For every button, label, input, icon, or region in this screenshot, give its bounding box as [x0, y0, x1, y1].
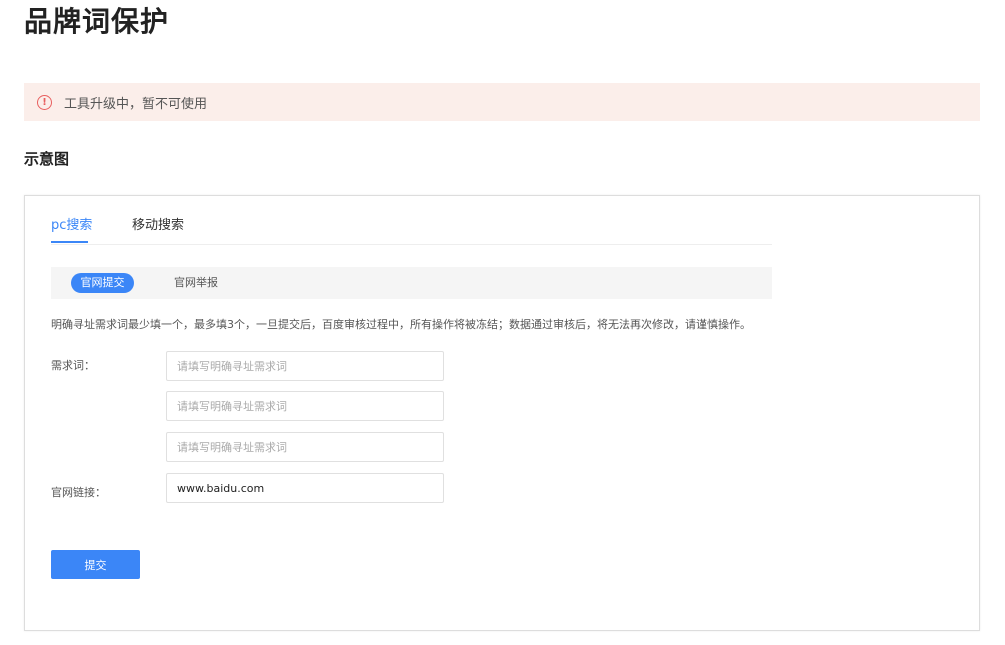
subtab-official-submit[interactable]: 官网提交	[71, 273, 134, 293]
demo-card: pc搜索 移动搜索 官网提交 官网举报 明确寻址需求词最少填一个，最多填3个，一…	[24, 195, 980, 631]
page: 品牌词保护 ! 工具升级中，暂不可使用 示意图 pc搜索 移动搜索 官网提交 官…	[0, 0, 1005, 645]
exclamation-circle-icon: !	[37, 94, 52, 110]
submit-button[interactable]: 提交	[51, 550, 140, 579]
tab-bar: pc搜索 移动搜索	[51, 214, 772, 245]
alert-banner: ! 工具升级中，暂不可使用	[24, 83, 980, 121]
subtab-official-report[interactable]: 官网举报	[174, 273, 218, 293]
subtab-bar: 官网提交 官网举报	[51, 267, 772, 299]
section-title: 示意图	[24, 150, 70, 168]
page-title: 品牌词保护	[24, 5, 170, 38]
official-url-label: 官网链接：	[51, 486, 106, 499]
keywords-label: 需求词：	[51, 359, 95, 372]
tab-pc-search[interactable]: pc搜索	[51, 217, 92, 235]
keyword-input-2[interactable]	[166, 391, 444, 421]
active-tab-indicator	[51, 241, 88, 243]
keyword-input-1[interactable]	[166, 351, 444, 381]
official-url-input[interactable]	[166, 473, 444, 503]
keyword-input-3[interactable]	[166, 432, 444, 462]
instruction-text: 明确寻址需求词最少填一个，最多填3个，一旦提交后，百度审核过程中，所有操作将被冻…	[51, 318, 751, 331]
alert-text: 工具升级中，暂不可使用	[64, 96, 208, 112]
tab-mobile-search[interactable]: 移动搜索	[132, 217, 184, 235]
